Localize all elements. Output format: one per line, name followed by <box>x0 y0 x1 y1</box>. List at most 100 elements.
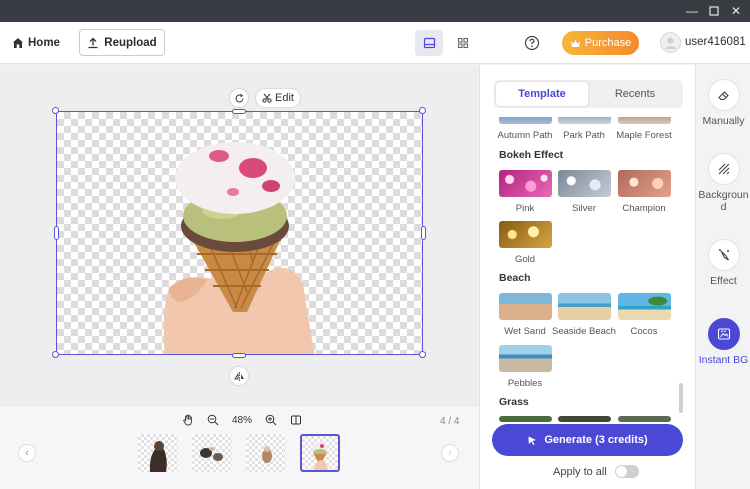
template-label: Champion <box>622 203 666 214</box>
resize-handle-left[interactable] <box>54 226 59 240</box>
category-title-grass: Grass <box>499 396 529 407</box>
thumbnail-image <box>200 447 223 461</box>
reupload-button[interactable]: Reupload <box>79 29 165 56</box>
resize-handle-bottom[interactable] <box>232 353 246 358</box>
resize-handle-right[interactable] <box>421 226 426 240</box>
template-wet-sand-image[interactable] <box>499 293 552 320</box>
home-icon <box>13 38 23 48</box>
home-label: Home <box>28 37 60 49</box>
rotate-icon <box>234 93 244 102</box>
close-icon[interactable]: ✕ <box>728 3 744 19</box>
help-icon[interactable] <box>523 34 541 52</box>
compare-icon[interactable] <box>290 414 302 426</box>
thumbnail-image <box>149 441 167 472</box>
template-seaside-beach-image[interactable] <box>558 293 611 320</box>
cursor-click-icon <box>528 436 537 445</box>
reupload-label: Reupload <box>104 36 157 49</box>
home-button[interactable]: Home <box>12 34 60 52</box>
hand-icon[interactable] <box>182 414 194 426</box>
apply-to-all-label: Apply to all <box>553 465 607 478</box>
title-bar: — ✕ <box>0 0 750 22</box>
rotate-button[interactable] <box>230 89 248 107</box>
resize-handle-top-left[interactable] <box>52 107 59 114</box>
template-grass-image[interactable] <box>558 416 611 422</box>
username[interactable]: user416081 <box>685 36 746 48</box>
purchase-label: Purchase <box>584 37 632 49</box>
generate-label: Generate (3 credits) <box>544 434 648 446</box>
template-autumn-path-image[interactable] <box>499 117 552 124</box>
template-label: Cocos <box>630 326 658 337</box>
category-title-beach: Beach <box>499 272 531 284</box>
thumbnail-2[interactable] <box>192 434 232 472</box>
apply-to-all-row: Apply to all <box>553 465 639 478</box>
template-silver-image[interactable] <box>558 170 611 197</box>
rail-label-manually: Manually <box>702 115 745 127</box>
ice-cream-image <box>163 142 315 354</box>
template-pebbles-image[interactable] <box>499 345 552 372</box>
rail-item-manually[interactable]: Manually <box>696 79 750 127</box>
template-gold-image[interactable] <box>499 221 552 248</box>
hatch-icon <box>718 163 729 175</box>
template-label: Maple Forest <box>616 130 672 141</box>
template-grass-image[interactable] <box>618 416 671 422</box>
thumbnail-image <box>262 446 272 463</box>
image-canvas[interactable] <box>56 111 423 355</box>
thumbnail-1[interactable] <box>138 434 178 472</box>
purchase-button[interactable]: Purchase <box>562 31 639 55</box>
template-panel: Template Recents Autumn Path Park Path M… <box>479 65 695 489</box>
tool-rail: Manually Background Effect Instant BG <box>695 65 750 489</box>
template-pink-image[interactable] <box>499 170 552 197</box>
flip-button[interactable] <box>230 367 248 385</box>
template-tab-switcher: Template Recents <box>494 80 683 108</box>
single-view-button[interactable] <box>415 30 443 56</box>
grid-view-button[interactable] <box>449 30 477 56</box>
tab-template[interactable]: Template <box>496 82 588 106</box>
flip-icon <box>233 371 244 381</box>
rail-label-effect: Effect <box>710 275 737 287</box>
template-list[interactable]: Autumn Path Park Path Maple Forest Bokeh… <box>480 117 696 407</box>
thumbnail-image <box>312 442 328 470</box>
template-cocos-image[interactable] <box>618 293 671 320</box>
next-image-button[interactable]: › <box>441 444 459 462</box>
scissors-icon <box>262 93 272 103</box>
minimize-icon[interactable]: — <box>684 3 700 19</box>
rail-item-instant-bg[interactable]: Instant BG <box>696 318 750 366</box>
crown-icon <box>570 39 580 47</box>
edit-label: Edit <box>275 92 294 104</box>
apply-to-all-toggle[interactable] <box>614 465 639 478</box>
rail-item-background[interactable]: Background <box>696 153 750 213</box>
page-count: 4 / 4 <box>440 416 460 427</box>
canvas-area: Edit <box>0 65 478 405</box>
zoom-in-icon[interactable] <box>265 414 277 426</box>
resize-handle-top[interactable] <box>232 109 246 114</box>
resize-handle-bottom-right[interactable] <box>419 351 426 358</box>
thumbnail-4-selected[interactable] <box>300 434 340 472</box>
zoom-level: 48% <box>232 414 253 426</box>
resize-handle-top-right[interactable] <box>419 107 426 114</box>
instant-bg-icon <box>717 328 730 340</box>
upload-icon <box>88 37 98 48</box>
tab-recents[interactable]: Recents <box>589 82 681 106</box>
rail-item-effect[interactable]: Effect <box>696 239 750 287</box>
template-scrollbar[interactable] <box>679 383 683 413</box>
zoom-out-icon[interactable] <box>207 414 219 426</box>
template-champion-image[interactable] <box>618 170 671 197</box>
resize-handle-bottom-left[interactable] <box>52 351 59 358</box>
rail-label-instant-bg: Instant BG <box>698 354 749 366</box>
thumbnail-3[interactable] <box>246 434 286 472</box>
avatar[interactable] <box>660 32 681 53</box>
edit-button[interactable]: Edit <box>256 89 300 107</box>
thumbnail-strip: 48% 4 / 4 ‹ › <box>0 405 478 489</box>
zoom-controls: 48% <box>182 414 302 426</box>
template-grass-image[interactable] <box>499 416 552 422</box>
template-label: Pebbles <box>507 378 543 389</box>
template-park-path-image[interactable] <box>558 117 611 124</box>
template-maple-forest-image[interactable] <box>618 117 671 124</box>
grid-view-icon <box>457 37 469 49</box>
maximize-icon[interactable] <box>706 3 722 19</box>
prev-image-button[interactable]: ‹ <box>18 444 36 462</box>
rail-label-background: Background <box>698 189 749 213</box>
generate-button[interactable]: Generate (3 credits) <box>492 424 683 456</box>
chevron-left-icon: ‹ <box>25 447 29 459</box>
user-icon <box>664 37 677 49</box>
